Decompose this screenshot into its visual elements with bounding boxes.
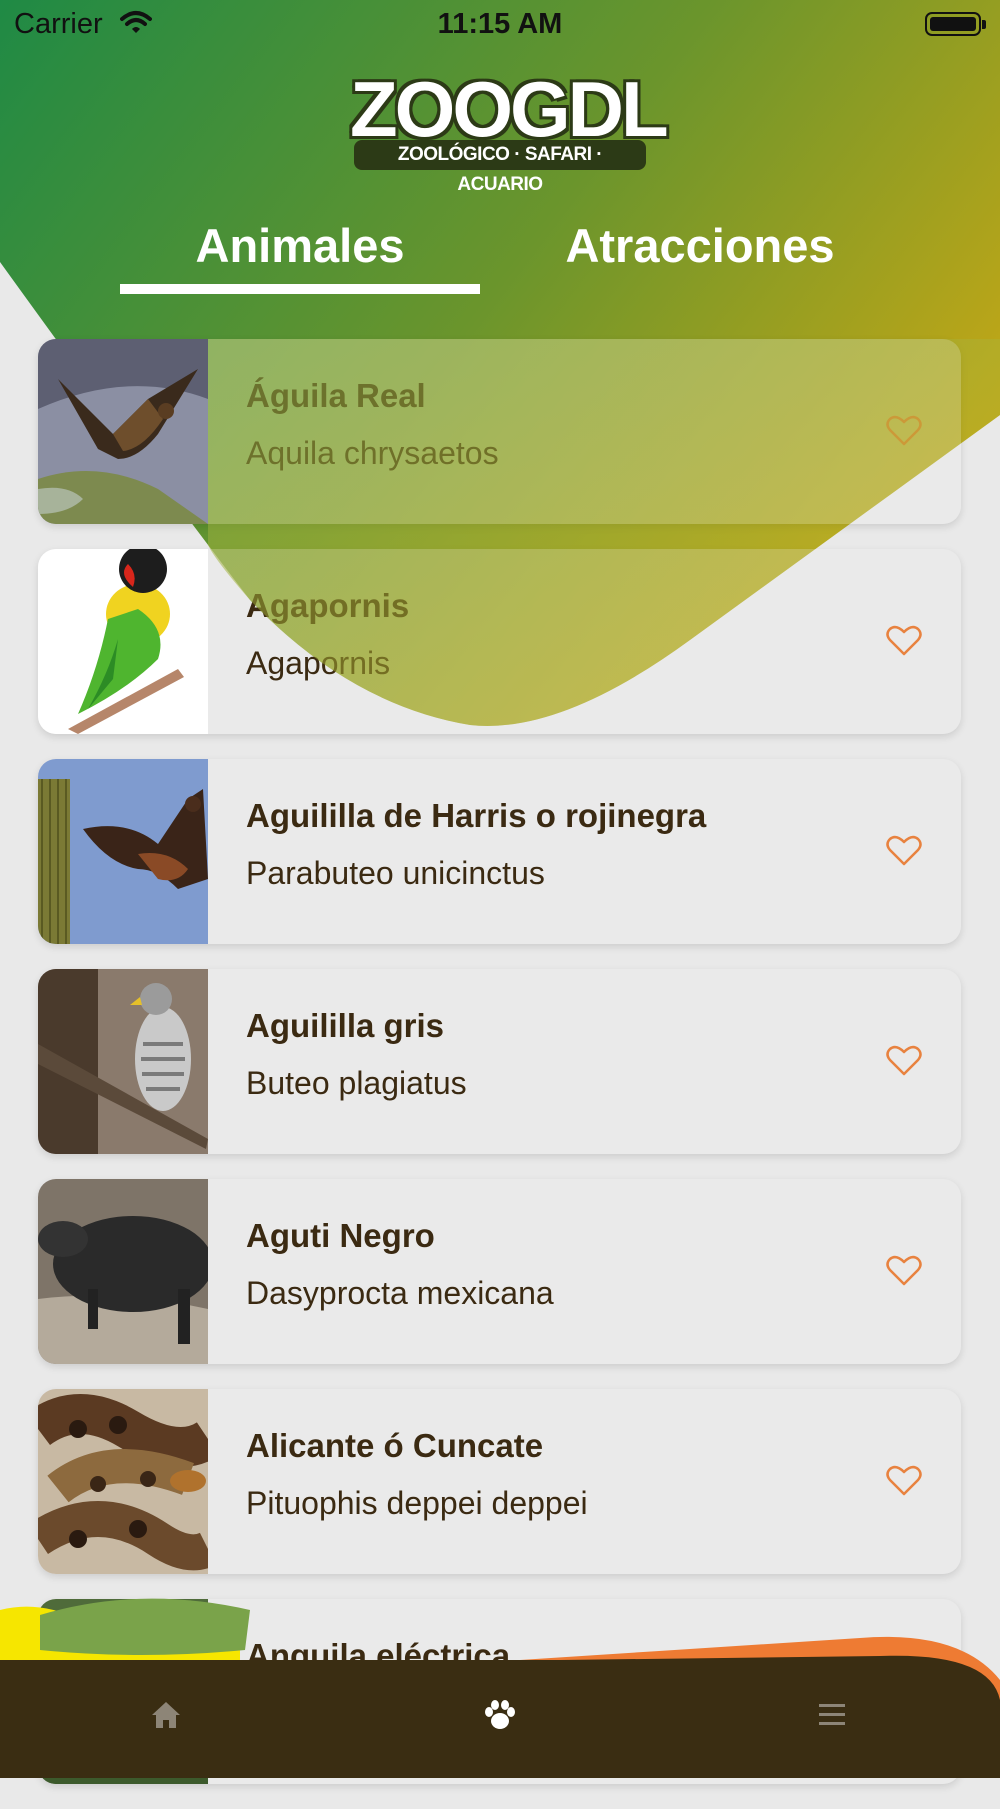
golden-eagle-photo	[38, 339, 208, 524]
list-item[interactable]: Águila Real Aquila chrysaetos	[38, 339, 961, 524]
status-bar: Carrier 11:15 AM	[0, 0, 1000, 50]
list-item[interactable]: Agapornis Agapornis	[38, 549, 961, 734]
animal-name: Aguililla gris	[246, 1007, 445, 1044]
heart-icon[interactable]	[886, 624, 922, 656]
list-item[interactable]: Aguililla de Harris o rojinegra Parabute…	[38, 759, 961, 944]
animal-list: Águila Real Aquila chrysaetos Agapornis …	[38, 339, 961, 1809]
animal-scientific-name: Agapornis	[246, 645, 391, 681]
animal-scientific-name: Aquila chrysaetos	[246, 435, 499, 471]
animal-name: Águila Real	[246, 377, 426, 414]
animal-name: Aguililla de Harris o rojinegra	[246, 797, 707, 834]
zoogdl-logo: ZOOGDL ZOOLÓGICO · SAFARI · ACUARIO	[349, 65, 671, 196]
lovebird-photo	[38, 549, 208, 734]
gray-hawk-photo	[38, 969, 208, 1154]
clock: 11:15 AM	[437, 8, 563, 40]
animal-name: Aguti Negro	[246, 1217, 435, 1254]
logo-tagline: ZOOLÓGICO · SAFARI · ACUARIO	[354, 140, 646, 195]
list-item[interactable]: Aguti Negro Dasyprocta mexicana	[38, 1179, 961, 1364]
nav-menu-button[interactable]	[802, 1690, 862, 1740]
heart-icon[interactable]	[886, 1044, 922, 1076]
nav-animals-button[interactable]	[470, 1690, 530, 1740]
animal-name: Alicante ó Cuncate	[246, 1427, 544, 1464]
battery-icon	[925, 12, 986, 36]
home-icon	[152, 1702, 180, 1728]
menu-icon	[819, 1704, 845, 1725]
animal-scientific-name: Parabuteo unicinctus	[246, 855, 545, 891]
active-tab-indicator	[120, 284, 480, 294]
animal-scientific-name: Buteo plagiatus	[246, 1065, 467, 1101]
list-item[interactable]: Aguililla gris Buteo plagiatus	[38, 969, 961, 1154]
heart-icon[interactable]	[886, 834, 922, 866]
animal-scientific-name: Pituophis deppei deppei	[246, 1485, 588, 1521]
animal-name: Agapornis	[246, 587, 410, 624]
heart-icon[interactable]	[886, 1254, 922, 1286]
list-item[interactable]: Alicante ó Cuncate Pituophis deppei depp…	[38, 1389, 961, 1574]
agouti-photo	[38, 1179, 208, 1364]
heart-icon[interactable]	[886, 1464, 922, 1496]
heart-icon[interactable]	[886, 414, 922, 446]
paw-icon	[485, 1700, 515, 1729]
snake-photo	[38, 1389, 208, 1574]
animal-scientific-name: Dasyprocta mexicana	[246, 1275, 554, 1311]
bottom-navigation	[0, 1590, 1000, 1778]
harris-hawk-photo	[38, 759, 208, 944]
tab-atracciones[interactable]: Atracciones	[500, 218, 900, 273]
category-tabs: Animales Atracciones	[0, 210, 1000, 300]
nav-home-button[interactable]	[136, 1690, 196, 1740]
tab-animales[interactable]: Animales	[120, 218, 480, 273]
